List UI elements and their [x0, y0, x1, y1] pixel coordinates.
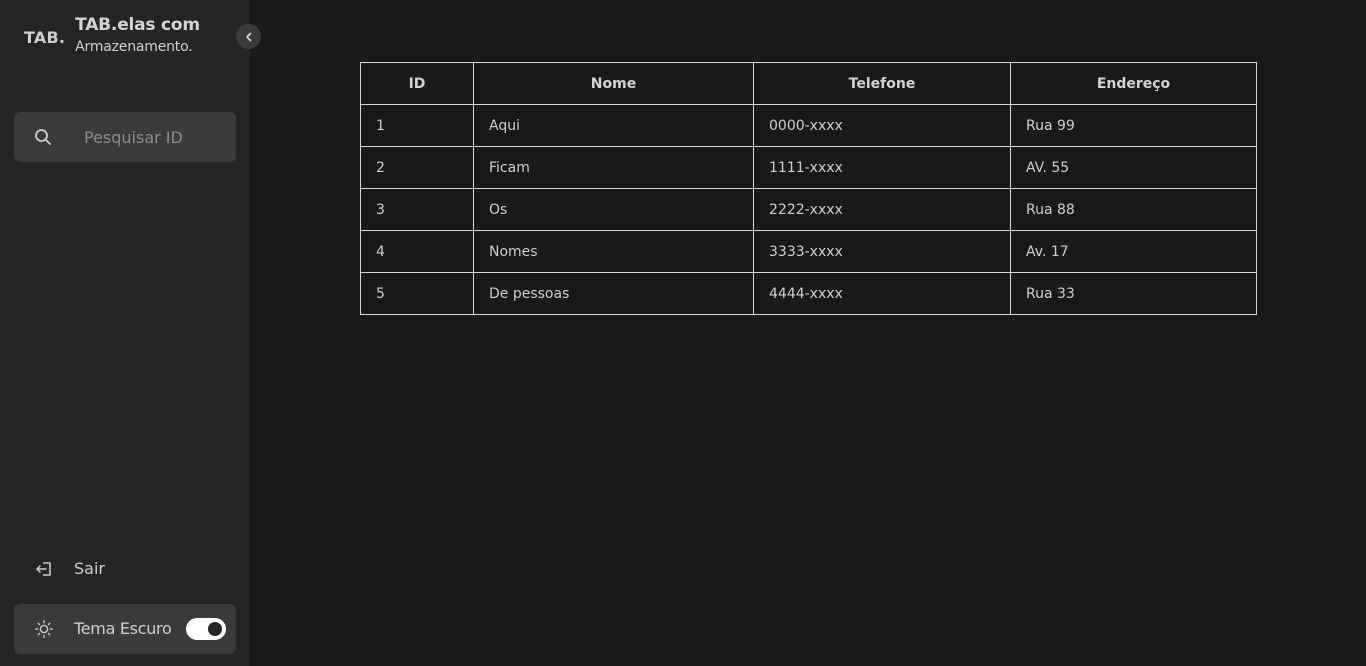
brand-title: TAB.elas com — [75, 15, 200, 35]
brand-logo: TAB. — [24, 28, 66, 47]
table-row: 3 Os 2222-xxxx Rua 88 — [360, 188, 1257, 231]
sidebar-collapse-button[interactable] — [236, 24, 261, 49]
sidebar: TAB. TAB.elas com Armazenamento. Sair — [0, 0, 250, 666]
cell-nome: Nomes — [473, 230, 754, 273]
cell-nome: Aqui — [473, 104, 754, 147]
cell-endereco: AV. 55 — [1010, 146, 1257, 189]
column-header-id: ID — [360, 62, 474, 105]
column-header-endereco: Endereço — [1010, 62, 1257, 105]
brand: TAB. TAB.elas com Armazenamento. — [24, 14, 200, 56]
cell-endereco: Rua 33 — [1010, 272, 1257, 315]
data-table: ID Nome Telefone Endereço 1 Aqui 0000-xx… — [360, 62, 1257, 315]
app: TAB. TAB.elas com Armazenamento. Sair — [0, 0, 1366, 666]
logout-button[interactable]: Sair — [14, 544, 236, 594]
column-header-nome: Nome — [473, 62, 754, 105]
search-input[interactable] — [84, 112, 232, 162]
cell-nome: Os — [473, 188, 754, 231]
theme-toggle-row: Tema Escuro — [14, 604, 236, 654]
cell-id: 2 — [360, 146, 474, 189]
table-row: 4 Nomes 3333-xxxx Av. 17 — [360, 230, 1257, 273]
cell-telefone: 3333-xxxx — [753, 230, 1011, 273]
cell-nome: De pessoas — [473, 272, 754, 315]
column-header-telefone: Telefone — [753, 62, 1011, 105]
search-icon — [35, 129, 51, 145]
cell-endereco: Rua 99 — [1010, 104, 1257, 147]
theme-switch-knob — [208, 622, 222, 636]
cell-telefone: 2222-xxxx — [753, 188, 1011, 231]
theme-label: Tema Escuro — [74, 619, 172, 638]
cell-telefone: 1111-xxxx — [753, 146, 1011, 189]
table-row: 1 Aqui 0000-xxxx Rua 99 — [360, 104, 1257, 147]
cell-telefone: 4444-xxxx — [753, 272, 1011, 315]
logout-icon — [36, 562, 51, 576]
logout-label: Sair — [74, 559, 105, 578]
cell-id: 5 — [360, 272, 474, 315]
cell-nome: Ficam — [473, 146, 754, 189]
chevron-left-icon — [245, 32, 251, 41]
table-row: 5 De pessoas 4444-xxxx Rua 33 — [360, 272, 1257, 315]
cell-id: 3 — [360, 188, 474, 231]
cell-endereco: Av. 17 — [1010, 230, 1257, 273]
brand-text: TAB.elas com Armazenamento. — [75, 14, 200, 56]
sun-icon — [35, 620, 53, 638]
cell-id: 1 — [360, 104, 474, 147]
cell-id: 4 — [360, 230, 474, 273]
search-box[interactable] — [14, 112, 236, 162]
theme-switch[interactable] — [186, 618, 226, 640]
brand-subtitle: Armazenamento. — [75, 39, 193, 55]
cell-telefone: 0000-xxxx — [753, 104, 1011, 147]
cell-endereco: Rua 88 — [1010, 188, 1257, 231]
table-row: 2 Ficam 1111-xxxx AV. 55 — [360, 146, 1257, 189]
table-header-row: ID Nome Telefone Endereço — [360, 62, 1257, 105]
